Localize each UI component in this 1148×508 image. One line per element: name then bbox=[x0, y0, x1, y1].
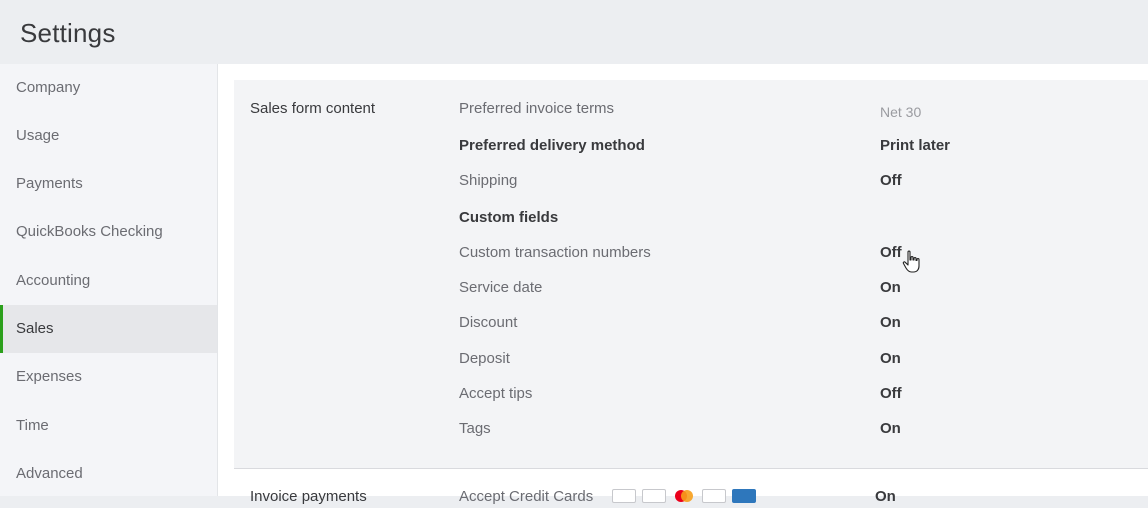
sales-form-content-section[interactable]: Sales form content Preferred invoice ter… bbox=[234, 80, 1148, 469]
visa-icon bbox=[642, 489, 666, 503]
sidebar-item-advanced[interactable]: Advanced bbox=[0, 450, 217, 498]
sidebar-item-usage[interactable]: Usage bbox=[0, 112, 217, 160]
row-label-accept-credit-cards: Accept Credit Cards bbox=[459, 488, 594, 505]
mastercard-icon bbox=[672, 489, 696, 503]
settings-header: Settings bbox=[0, 0, 1148, 64]
row-value-preferred-invoice-terms: Net 30 bbox=[880, 104, 922, 120]
row-value-deposit: On bbox=[880, 350, 901, 367]
row-value-custom-transaction-numbers: Off bbox=[880, 244, 902, 261]
row-value-shipping: Off bbox=[880, 172, 902, 189]
section-title-sales-form-content: Sales form content bbox=[250, 100, 376, 117]
sidebar-item-sales[interactable]: Sales bbox=[0, 305, 217, 353]
row-label-discount: Discount bbox=[459, 314, 518, 331]
sidebar-item-accounting[interactable]: Accounting bbox=[0, 257, 217, 305]
card-icon bbox=[612, 489, 636, 503]
hand-pointer-icon bbox=[902, 250, 922, 279]
page-title: Settings bbox=[20, 18, 116, 48]
row-label-accept-tips: Accept tips bbox=[459, 385, 533, 402]
sidebar-item-quickbooks-checking[interactable]: QuickBooks Checking bbox=[0, 208, 217, 256]
row-label-custom-fields: Custom fields bbox=[459, 209, 559, 226]
row-label-shipping: Shipping bbox=[459, 172, 518, 189]
row-label-preferred-invoice-terms: Preferred invoice terms bbox=[459, 100, 615, 117]
sidebar-item-company[interactable]: Company bbox=[0, 64, 217, 112]
row-label-service-date: Service date bbox=[459, 279, 543, 296]
sidebar-item-expenses[interactable]: Expenses bbox=[0, 353, 217, 401]
row-value-accept-tips: Off bbox=[880, 385, 902, 402]
row-value-tags: On bbox=[880, 420, 901, 437]
sidebar-item-time[interactable]: Time bbox=[0, 402, 217, 450]
row-label-custom-transaction-numbers: Custom transaction numbers bbox=[459, 244, 651, 261]
settings-content: Sales form content Preferred invoice ter… bbox=[218, 64, 1148, 505]
row-label-deposit: Deposit bbox=[459, 350, 510, 367]
row-value-preferred-delivery-method: Print later bbox=[880, 137, 951, 154]
row-value-service-date: On bbox=[880, 279, 901, 296]
row-value-accept-credit-cards: On bbox=[875, 488, 896, 505]
discover-icon bbox=[702, 489, 726, 503]
row-label-preferred-delivery-method: Preferred delivery method bbox=[459, 137, 645, 154]
row-label-tags: Tags bbox=[459, 420, 491, 437]
section-title-invoice-payments: Invoice payments bbox=[250, 488, 367, 505]
sidebar-item-payments[interactable]: Payments bbox=[0, 160, 217, 208]
row-value-discount: On bbox=[880, 314, 901, 331]
amex-icon bbox=[732, 489, 756, 503]
settings-sidebar: Company Usage Payments QuickBooks Checki… bbox=[0, 64, 218, 496]
